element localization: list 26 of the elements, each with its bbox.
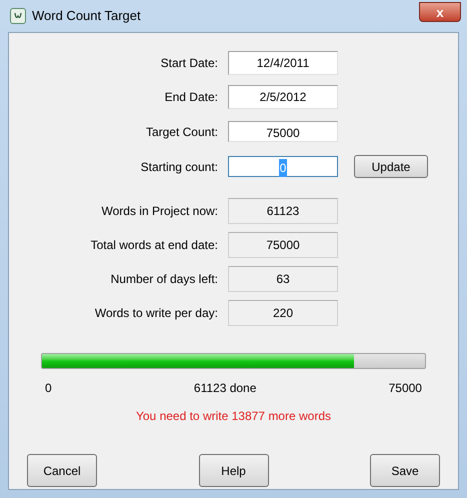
- field-label: End Date:: [164, 89, 218, 106]
- readout-label: Words to write per day:: [94, 305, 218, 322]
- dialog-button[interactable]: Help: [198, 454, 268, 487]
- window-title: Word Count Target: [32, 7, 141, 26]
- input-field[interactable]: 75000: [228, 121, 338, 142]
- readout-value: 220: [228, 300, 338, 326]
- update-button[interactable]: Update: [354, 155, 428, 178]
- app-icon: [10, 8, 26, 24]
- field-label: Target Count:: [144, 124, 218, 140]
- readout-value: 75000: [228, 232, 338, 258]
- readout-value: 61123: [228, 198, 338, 224]
- field-label: Start Date:: [160, 55, 218, 72]
- input-field[interactable]: 2/5/2012: [228, 85, 338, 109]
- remaining-message: You need to write 13877 more words: [136, 408, 331, 425]
- readout-label: Words in Project now:: [100, 203, 218, 220]
- field-label: Starting count:: [140, 158, 218, 176]
- dialog-button[interactable]: Cancel: [27, 454, 97, 487]
- progress-done: 61123 done: [194, 380, 256, 397]
- progress-min: 0: [45, 380, 52, 397]
- readout-label: Total words at end date:: [90, 237, 218, 254]
- readout-label: Number of days left:: [110, 271, 218, 288]
- progress-max: 75000: [388, 380, 422, 397]
- dialog-button[interactable]: Save: [370, 454, 440, 487]
- close-button[interactable]: x: [419, 2, 461, 22]
- input-field[interactable]: 12/4/2011: [228, 51, 338, 75]
- readout-value: 63: [228, 266, 338, 292]
